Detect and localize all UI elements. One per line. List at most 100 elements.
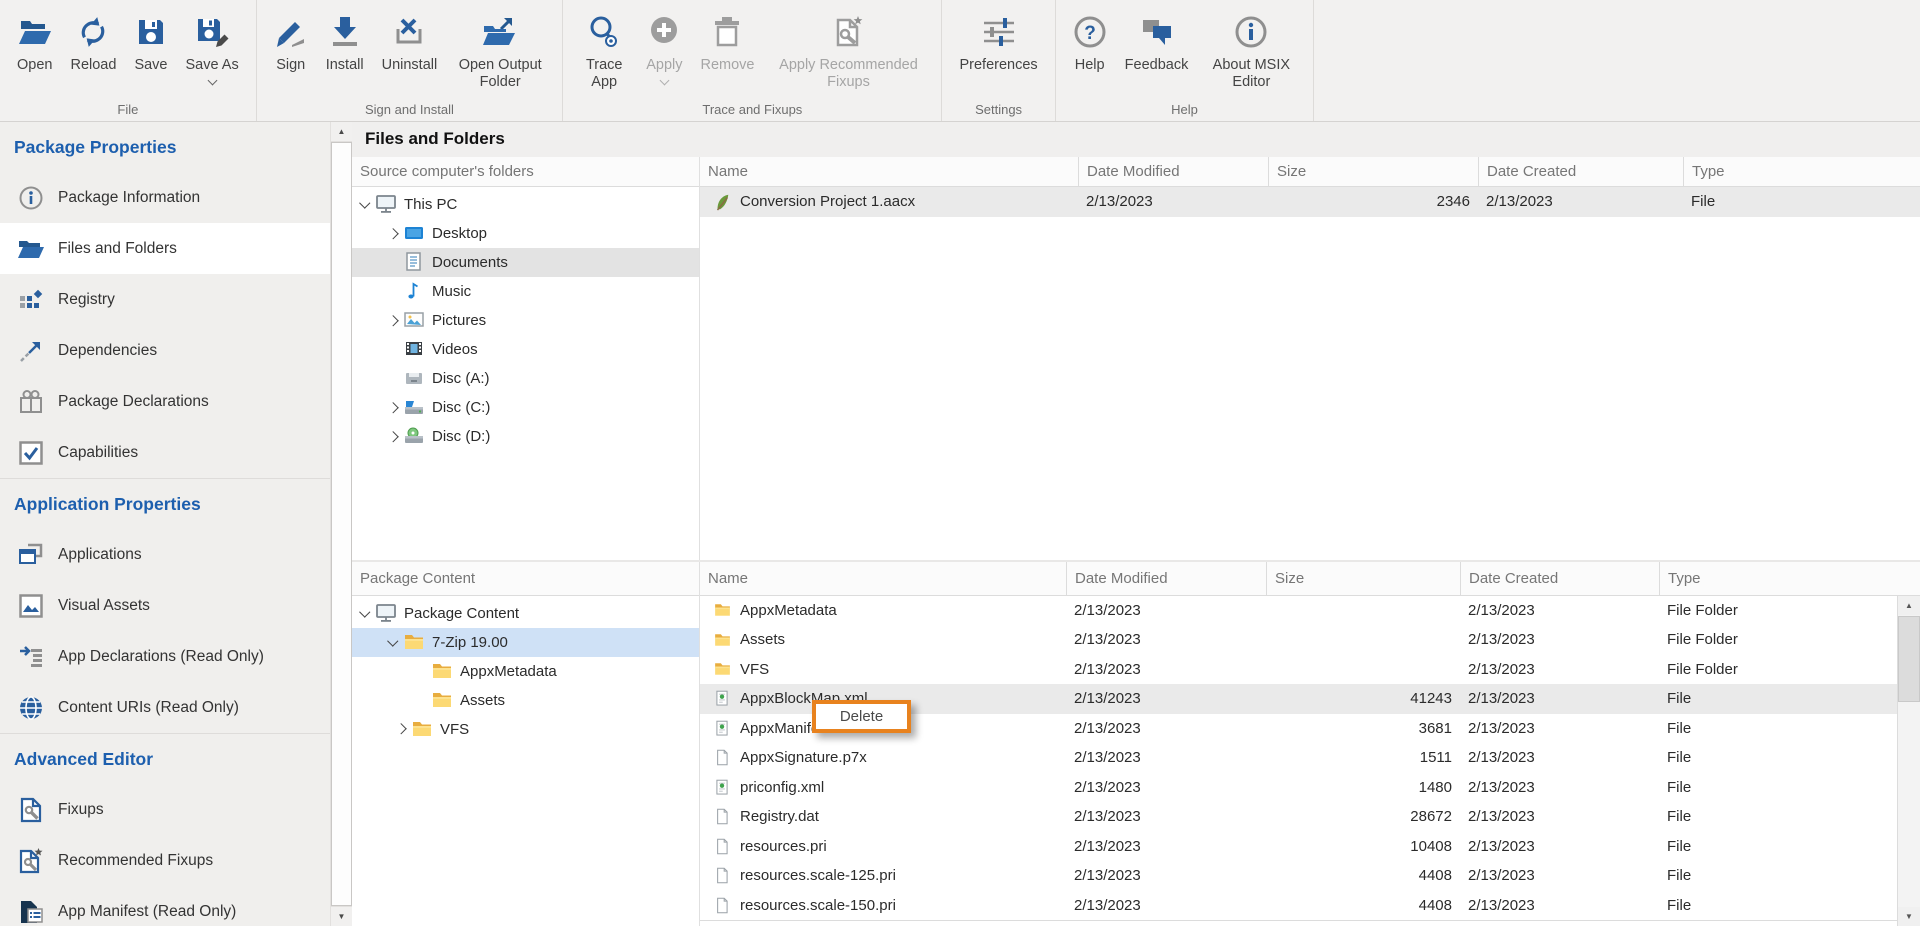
tree-item-pictures[interactable]: Pictures [352, 306, 699, 335]
sidebar-item-dependencies[interactable]: Dependencies [0, 325, 330, 376]
scroll-up-arrow-icon[interactable]: ▲ [1898, 596, 1920, 615]
column-header-size[interactable]: Size [1266, 562, 1460, 595]
open-button[interactable]: Open [8, 5, 61, 100]
table-row[interactable]: Registry.dat 2/13/2023 28672 2/13/2023 F… [700, 802, 1897, 832]
folder-icon [402, 631, 426, 653]
remove-button[interactable]: Remove [691, 5, 763, 100]
sidebar-item-app-manifest[interactable]: App Manifest (Read Only) [0, 886, 330, 926]
chevron-down-icon[interactable] [388, 635, 399, 646]
column-header-name[interactable]: Name [700, 157, 1078, 186]
table-row[interactable]: Assets 2/13/2023 2/13/2023 File Folder [700, 625, 1897, 655]
column-header-size[interactable]: Size [1268, 157, 1478, 186]
help-button[interactable]: ? Help [1064, 5, 1116, 100]
column-header-type[interactable]: Type [1659, 562, 1920, 595]
tree-item-package-content[interactable]: Package Content [352, 599, 699, 628]
chevron-right-icon[interactable] [388, 431, 399, 442]
trace-app-button[interactable]: Trace App [571, 5, 637, 100]
tree-item-desktop[interactable]: Desktop [352, 219, 699, 248]
scroll-down-arrow-icon[interactable]: ▼ [1898, 907, 1920, 926]
date-created: 2/13/2023 [1460, 661, 1659, 678]
column-header-date-modified[interactable]: Date Modified [1066, 562, 1266, 595]
file-size: 4408 [1266, 867, 1460, 884]
table-row[interactable]: AppxSignature.p7x 2/13/2023 1511 2/13/20… [700, 743, 1897, 773]
sidebar-scrollbar[interactable]: ▲ ▼ [330, 122, 352, 926]
sidebar-item-fixups[interactable]: Fixups [0, 784, 330, 835]
column-header-date-modified[interactable]: Date Modified [1078, 157, 1268, 186]
tree-item-7zip[interactable]: 7-Zip 19.00 [352, 628, 699, 657]
sidebar-item-capabilities[interactable]: Capabilities [0, 427, 330, 478]
column-header-date-created[interactable]: Date Created [1460, 562, 1659, 595]
dependencies-arrow-icon [18, 338, 44, 364]
chevron-down-icon[interactable] [659, 76, 669, 86]
file-type: File [1659, 690, 1897, 707]
tree-item-disc-a[interactable]: Disc (A:) [352, 364, 699, 393]
apply-recommended-fixups-button[interactable]: Apply Recommended Fixups [763, 5, 933, 100]
apply-recommended-fixups-button-label: Apply Recommended Fixups [772, 57, 924, 91]
preferences-button[interactable]: Preferences [950, 5, 1046, 100]
chevron-right-icon[interactable] [388, 315, 399, 326]
sign-button[interactable]: Sign [265, 5, 317, 100]
tree-item-assets[interactable]: Assets [352, 686, 699, 715]
sidebar-item-applications[interactable]: Applications [0, 529, 330, 580]
source-files-table: Name Date Modified Size Date Created Typ… [700, 157, 1920, 560]
save-button[interactable]: Save [125, 5, 176, 100]
scroll-up-arrow-icon[interactable]: ▲ [331, 122, 352, 142]
feedback-button-label: Feedback [1125, 57, 1189, 74]
table-row[interactable]: resources.scale-125.pri 2/13/2023 4408 2… [700, 861, 1897, 891]
scrollbar-thumb[interactable] [1898, 616, 1920, 702]
sidebar-item-recommended-fixups[interactable]: Recommended Fixups [0, 835, 330, 886]
sidebar-item-app-declarations[interactable]: App Declarations (Read Only) [0, 631, 330, 682]
column-header-type[interactable]: Type [1683, 157, 1920, 186]
about-msix-editor-button[interactable]: About MSIX Editor [1197, 5, 1305, 100]
open-output-folder-button[interactable]: Open Output Folder [446, 5, 554, 100]
sidebar-item-files-and-folders[interactable]: Files and Folders [0, 223, 330, 274]
sidebar-item-visual-assets[interactable]: Visual Assets [0, 580, 330, 631]
sidebar-item-content-uris[interactable]: Content URIs (Read Only) [0, 682, 330, 733]
install-button[interactable]: Install [317, 5, 373, 100]
sidebar-item-registry[interactable]: Registry [0, 274, 330, 325]
tree-item-disc-d[interactable]: Disc (D:) [352, 422, 699, 451]
date-created: 2/13/2023 [1460, 808, 1659, 825]
save-as-button[interactable]: Save As [177, 5, 248, 100]
aacx-file-icon [712, 192, 732, 212]
tree-item-videos[interactable]: Videos [352, 335, 699, 364]
tree-item-documents[interactable]: Documents [352, 248, 699, 277]
table-row[interactable]: AppxMetadata 2/13/2023 2/13/2023 File Fo… [700, 596, 1897, 626]
column-header-date-created[interactable]: Date Created [1478, 157, 1683, 186]
table-row[interactable]: VFS 2/13/2023 2/13/2023 File Folder [700, 655, 1897, 685]
sidebar-item-package-declarations[interactable]: Package Declarations [0, 376, 330, 427]
sidebar-item-label: Package Declarations [58, 393, 209, 411]
file-size: 3681 [1266, 720, 1460, 737]
column-header-name[interactable]: Name [700, 562, 1066, 595]
chevron-right-icon[interactable] [388, 402, 399, 413]
reload-button-label: Reload [70, 57, 116, 74]
chevron-right-icon[interactable] [388, 228, 399, 239]
file-name: resources.scale-150.pri [740, 897, 896, 914]
chevron-down-icon[interactable] [360, 198, 371, 209]
reload-button[interactable]: Reload [61, 5, 125, 100]
ribbon-group-label: File [3, 100, 253, 121]
navigation-sidebar: Package Properties Package Information F… [0, 122, 330, 926]
chevron-right-icon[interactable] [396, 724, 407, 735]
context-menu-delete[interactable]: Delete [812, 700, 911, 733]
chevron-down-icon[interactable] [207, 76, 217, 86]
tree-item-music[interactable]: Music [352, 277, 699, 306]
scrollbar-thumb[interactable] [331, 142, 352, 906]
table-row[interactable]: resources.pri 2/13/2023 10408 2/13/2023 … [700, 832, 1897, 862]
table-scrollbar[interactable]: ▲ ▼ [1897, 596, 1920, 926]
apply-button[interactable]: Apply [637, 5, 691, 100]
table-row[interactable]: Conversion Project 1.aacx 2/13/2023 2346… [700, 187, 1920, 217]
table-row[interactable]: priconfig.xml 2/13/2023 1480 2/13/2023 F… [700, 773, 1897, 803]
tree-item-disc-c[interactable]: Disc (C:) [352, 393, 699, 422]
scroll-down-arrow-icon[interactable]: ▼ [331, 906, 352, 926]
apply-plus-icon [647, 7, 681, 57]
tree-item-appxmetadata[interactable]: AppxMetadata [352, 657, 699, 686]
feedback-button[interactable]: Feedback [1116, 5, 1198, 100]
table-row[interactable]: resources.scale-150.pri 2/13/2023 4408 2… [700, 891, 1897, 921]
sidebar-item-package-information[interactable]: Package Information [0, 172, 330, 223]
tree-item-label: Desktop [432, 225, 487, 242]
chevron-down-icon[interactable] [360, 606, 371, 617]
tree-item-vfs[interactable]: VFS [352, 715, 699, 744]
tree-item-this-pc[interactable]: This PC [352, 190, 699, 219]
uninstall-button[interactable]: Uninstall [373, 5, 447, 100]
